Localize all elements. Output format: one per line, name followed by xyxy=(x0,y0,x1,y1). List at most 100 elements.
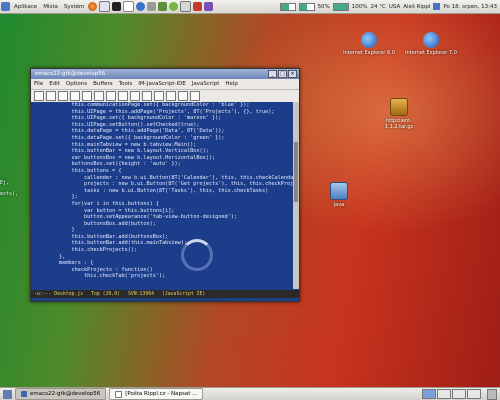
taskbar-item-emacs[interactable]: emacs22-gtk@develop56 xyxy=(15,388,107,400)
code-line: this.dataPage = this.addPage('Data', 8T(… xyxy=(59,128,225,135)
menu-places[interactable]: Místa xyxy=(40,4,61,10)
undo-icon[interactable] xyxy=(106,91,116,101)
firefox-icon[interactable] xyxy=(88,2,98,11)
menu-applications[interactable]: Aplikace xyxy=(11,4,40,10)
preferences-icon[interactable] xyxy=(178,91,188,101)
mode-line-buffer: -u:--- Desktop.js xyxy=(34,291,84,297)
code-line: this.checkTab('projects'); xyxy=(59,273,166,280)
code-line: button.setAppearance('tab-view-button-de… xyxy=(59,214,238,221)
workspace-3[interactable] xyxy=(452,389,466,399)
window-title: emacs22-gtk@develop56 xyxy=(35,71,106,77)
cut-icon[interactable] xyxy=(118,91,128,101)
save-icon[interactable] xyxy=(82,91,92,101)
scroll-thumb[interactable] xyxy=(294,142,298,202)
show-desktop-icon[interactable] xyxy=(3,389,12,399)
new-file-icon[interactable] xyxy=(34,91,44,101)
network-icon[interactable] xyxy=(158,2,168,11)
help-icon[interactable] xyxy=(190,91,200,101)
code-line: this.communicationPage.set({ backgroundC… xyxy=(59,102,250,108)
gnome-foot-icon[interactable] xyxy=(1,2,10,11)
network-tray-icon[interactable] xyxy=(433,3,441,10)
code-line: members : { xyxy=(59,260,94,267)
desktop-icon-ie6[interactable]: Internet Explorer 6.0 xyxy=(343,32,395,56)
menu-system[interactable]: Systém xyxy=(61,4,88,10)
menu-buffers[interactable]: Buffers xyxy=(90,81,116,87)
workspace-1[interactable] xyxy=(422,389,436,399)
trash-icon[interactable] xyxy=(487,388,497,400)
close-button[interactable]: × xyxy=(288,70,297,78)
user-name[interactable]: Aleš Rippl xyxy=(403,4,430,10)
close-buffer-icon[interactable] xyxy=(70,91,80,101)
chat-icon[interactable] xyxy=(169,2,179,11)
taskbar-label: [Pošta Rippl.cz - Napsat ... xyxy=(125,391,198,397)
desktop-icon-java[interactable]: java xyxy=(313,182,365,208)
desktop-icon-ie7[interactable]: Internet Explorer 7.0 xyxy=(405,32,457,56)
bottom-panel: emacs22-gtk@develop56 [Pošta Rippl.cz - … xyxy=(0,387,500,400)
terminal-icon[interactable] xyxy=(112,2,122,11)
code-line: this.UIPage = this.addPage('Projects', 8… xyxy=(59,108,275,115)
clock[interactable]: Po 18. srpen, 13:43 xyxy=(443,4,497,10)
offscreen-text-line: ests), xyxy=(0,191,19,197)
menu-file[interactable]: File xyxy=(31,81,46,87)
vertical-scrollbar[interactable] xyxy=(293,102,299,289)
cpu-monitor-icon[interactable] xyxy=(279,2,296,11)
mail-icon[interactable] xyxy=(99,1,111,12)
screenshot-icon[interactable] xyxy=(180,1,192,12)
code-line: for(var i in this.buttons) { xyxy=(59,200,159,207)
code-line: this.UIPage.setButton().setChecked(true)… xyxy=(59,121,200,128)
search-icon[interactable] xyxy=(154,91,164,101)
desktop-icon-label: Internet Explorer 7.0 xyxy=(405,50,457,56)
battery-meter-icon[interactable] xyxy=(298,2,315,11)
code-line: this.buttons = { xyxy=(59,167,122,174)
code-line: this.buttonBar.add(this.mainTabview); xyxy=(59,240,188,247)
code-buffer[interactable]: this.communicationPage.set({ backgroundC… xyxy=(31,102,293,289)
code-line: projects : new b.ui.Button(8T('Get proje… xyxy=(59,181,293,188)
menu-im-js-ide[interactable]: IM-JavaScript-IDE xyxy=(135,81,189,87)
code-line: this.dataPage.set({ backgroundColor : 'g… xyxy=(59,134,225,141)
menu-options[interactable]: Options xyxy=(63,81,90,87)
paste-icon[interactable] xyxy=(142,91,152,101)
editor-icon[interactable] xyxy=(123,1,135,12)
workspace-2[interactable] xyxy=(437,389,451,399)
code-line: buttonsBox.set({height : 'auto' }); xyxy=(59,161,181,168)
top-panel: Aplikace Místa Systém 50% 100% 24 °C USA… xyxy=(0,0,500,14)
weather-text[interactable]: 24 °C xyxy=(371,4,386,10)
maximize-button[interactable]: □ xyxy=(278,70,287,78)
print-icon[interactable] xyxy=(166,91,176,101)
taskbar-item-mail[interactable]: [Pošta Rippl.cz - Napsat ... xyxy=(109,388,204,400)
desktop-icon-label: Internet Explorer 6.0 xyxy=(343,50,395,56)
keyboard-layout[interactable]: USA xyxy=(389,4,400,10)
menu-javascript[interactable]: JavaScript xyxy=(189,81,223,87)
mode-line-position: Top (20,0) xyxy=(91,291,120,297)
calculator-icon[interactable] xyxy=(147,2,157,11)
desktop-icon-label: httpclient-1.1.2.tar.gz xyxy=(384,118,414,130)
ie-icon xyxy=(361,32,377,48)
emacs-icon xyxy=(21,391,27,397)
offscreen-text-line: Ej, xyxy=(0,180,10,186)
code-line: tasks : new b.ui.Button(8T('Tasks'), thi… xyxy=(59,187,269,194)
minimize-button[interactable]: _ xyxy=(268,70,277,78)
save-as-icon[interactable] xyxy=(94,91,104,101)
open-file-icon[interactable] xyxy=(46,91,56,101)
window-titlebar[interactable]: emacs22-gtk@develop56 _ □ × xyxy=(31,69,299,79)
volume-meter-icon[interactable] xyxy=(332,2,349,11)
mode-line: -u:--- Desktop.js Top (20,0) SVN:13964 (… xyxy=(31,290,299,298)
code-line: }; xyxy=(59,194,78,201)
emacs-window[interactable]: emacs22-gtk@develop56 _ □ × File Edit Op… xyxy=(30,68,300,302)
desktop-icon-httpclient[interactable]: httpclient-1.1.2.tar.gz xyxy=(373,98,425,130)
app-icon-2[interactable] xyxy=(204,2,214,11)
archive-icon xyxy=(390,98,408,116)
copy-icon[interactable] xyxy=(130,91,140,101)
mode-line-vcs: SVN:13964 xyxy=(128,291,154,297)
code-line: var buttonsBox = new b.layout.Horizontal… xyxy=(59,154,216,161)
help-icon[interactable] xyxy=(136,2,146,11)
mail-compose-icon xyxy=(115,390,123,398)
app-icon[interactable] xyxy=(193,2,203,11)
mode-line-mode: (JavaScript IE) xyxy=(162,291,206,297)
menu-help[interactable]: Help xyxy=(222,81,241,87)
menu-tools[interactable]: Tools xyxy=(116,81,136,87)
code-line: this.buttonBar.add(buttonsBox); xyxy=(59,233,169,240)
open-dir-icon[interactable] xyxy=(58,91,68,101)
menu-edit[interactable]: Edit xyxy=(46,81,63,87)
workspace-4[interactable] xyxy=(467,389,481,399)
